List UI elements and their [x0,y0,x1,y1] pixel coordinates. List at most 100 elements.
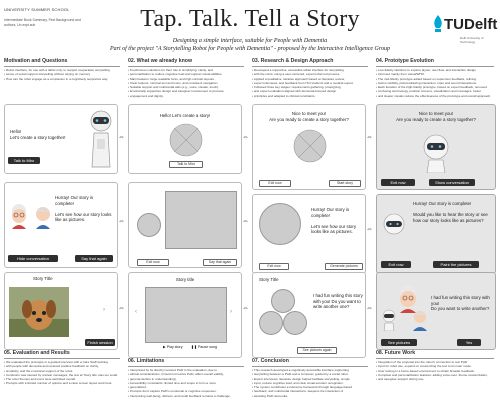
generate-pictures-button[interactable]: Generate pictures [325,263,363,270]
section-divider [4,358,120,359]
section-divider [128,366,244,367]
screen-r3-midfi-story: Story Title I had fun writing this story… [252,272,366,358]
section-motivation-title: Motivation and Questions [4,58,68,64]
speech-text: Hello! Let's create a story together! [10,129,66,140]
robot-icon [382,309,396,331]
story-title: Story Title [259,277,279,282]
arrow-icon: ⇔ [366,226,373,233]
section-evaluation-title: 05. Evaluation and Results [4,350,70,356]
section-divider [252,66,368,67]
show-conversation-button[interactable]: Show conversation [429,179,475,186]
exit-now-button[interactable]: Exit now [259,180,291,187]
story-picture-dog [9,287,69,337]
section-prototype-title: 04. Prototype Evolution [376,58,434,64]
section-divider [376,358,494,359]
poster-subtitle-2: Part of the project "A Storytelling Robo… [109,46,391,52]
exit-now-button[interactable]: Exit now [381,179,415,186]
screen-r2-final-complete: Hurray! Our story is complete! Let's see… [4,182,118,268]
logo-subtext: Delft University of Technology [460,36,484,44]
arrow-icon: ⇔ [366,305,373,312]
start-story-button[interactable]: Start story [329,180,361,187]
story-title: Story title [175,277,195,282]
section-conclusion-title: 07. Conclusion [252,358,289,364]
section-prototype-bullets: Low-fidelity sketches to explore layout,… [376,68,496,98]
hide-conversation-button[interactable]: Hide conversation [8,255,58,262]
section-future-bullets: Integration of the proposal into the rob… [376,360,496,381]
screen-r3-hifi-story: I had fun writing this story with you! D… [376,272,496,350]
grandpa-avatar-icon [413,311,427,331]
speech-text: I had fun writing this story with you! D… [313,293,363,310]
play-story-control[interactable]: ▶ Play story [163,345,183,349]
section-divider [252,366,368,367]
robot-icon [423,134,449,173]
section-research-bullets: Developed a supportive, accessible table… [252,68,370,98]
placeholder-image-icon [293,129,327,163]
section-divider [4,66,120,67]
arrow-icon: ⇔ [366,134,373,141]
section-limitations-title: 06. Limitations [128,358,165,364]
paint-pictures-button[interactable]: Paint the pictures [433,261,479,268]
section-divider [376,66,494,67]
section-motivation-bullets: Robot interface, for use with a tablet o… [4,68,122,81]
exit-now-button[interactable]: Exit now [259,263,289,270]
placeholder-circle [259,311,283,335]
speech-text: Nice to meet you! Are you ready to creat… [269,111,349,122]
speech-text: Hurray! Our story is complete! Let's see… [311,207,357,235]
speech-text: Hurray! Our story is complete! Let's see… [55,195,112,223]
exit-now-button[interactable]: Exit now [137,259,169,266]
see-pictures-button[interactable]: See pictures [381,339,417,346]
poster-title: Tap. Talk. Tell a Story [140,6,360,32]
placeholder-circle [271,289,295,313]
arrow-icon: ⇔ [242,134,249,141]
prev-arrow-icon[interactable]: ‹ [135,309,137,315]
say-that-again-button[interactable]: Say that again [75,255,113,262]
flame-icon [434,15,442,32]
robot-icon [383,213,405,235]
section-known-title: 02. What we already know [128,58,193,64]
grandma-avatar-icon [12,204,26,229]
exit-now-button[interactable]: Exit now [381,261,411,268]
talk-to-miro-button[interactable]: Talk to Miro [169,161,203,168]
talk-to-miro-button[interactable]: Talk to Miro [8,157,40,164]
screen-r2-midfi-complete: Hurray! Our story is complete! Let's see… [252,194,366,274]
screen-r3-final-story: Story Title › Finish session [4,272,118,350]
speech-text: Hurray! Our story is complete! Would you… [413,201,488,223]
placeholder-circle [259,203,301,245]
placeholder-picture [145,287,227,343]
robot-icon [90,110,112,168]
placeholder-circle [137,213,161,237]
arrow-icon: ⇔ [118,305,125,312]
screen-r3-lowfi-story: Story title ‹ › ▶ Play story ❚❚ Pause so… [128,272,242,358]
arrow-icon: ⇔ [242,218,249,225]
section-conclusion-bullets: This research developed a cognitively ac… [252,368,370,398]
next-arrow-icon[interactable]: › [103,307,105,313]
section-limitations-bullets: Interpreted by its directly involved PwD… [128,368,246,398]
next-arrow-icon[interactable]: › [230,309,232,315]
screen-r2-hifi-complete: Hurray! Our story is complete! Would you… [376,194,496,274]
screen-r1-midfi-greeting: Nice to meet you! Are you ready to creat… [252,104,366,190]
screen-r2-lowfi-complete: Exit now Say that again [128,182,242,268]
see-pictures-again-button[interactable]: See pictures again [297,347,337,354]
placeholder-circle [283,311,307,335]
say-that-again-button[interactable]: Say that again [203,259,237,266]
section-future-title: 08. Future Work [376,350,416,356]
placeholder-picture [165,191,237,249]
yes-button[interactable]: Yes [457,339,481,346]
grandpa-avatar-icon [36,207,50,229]
section-evaluation-bullets: We evaluated the prototype in a guided i… [4,360,122,386]
speech-text: Nice to meet you! Are you ready to creat… [396,111,476,122]
arrow-icon: ⇔ [118,134,125,141]
pause-control[interactable]: ❚❚ Pause song [191,345,217,349]
screen-r1-lowfi-greeting: Hello! Let's create a story! Talk to Mir… [128,104,242,174]
arrow-icon: ⇔ [118,218,125,225]
arrow-icon: ⇔ [242,305,249,312]
section-divider [128,66,244,67]
poster-subtitle-1: Designing a simple interface, suitable f… [172,38,328,44]
logo-text: TUDelft [444,16,498,33]
section-research-title: 03. Research & Design Approach [252,58,334,64]
screen-r1-final-greeting: Hello! Let's create a story together! Ta… [4,104,118,174]
story-title: Story Title [33,276,53,281]
speech-text: I had fun writing this story with you! D… [431,295,490,312]
tudelft-logo: TUDelft Delft University of Technology [432,14,498,48]
finish-session-button[interactable]: Finish session [85,339,115,346]
